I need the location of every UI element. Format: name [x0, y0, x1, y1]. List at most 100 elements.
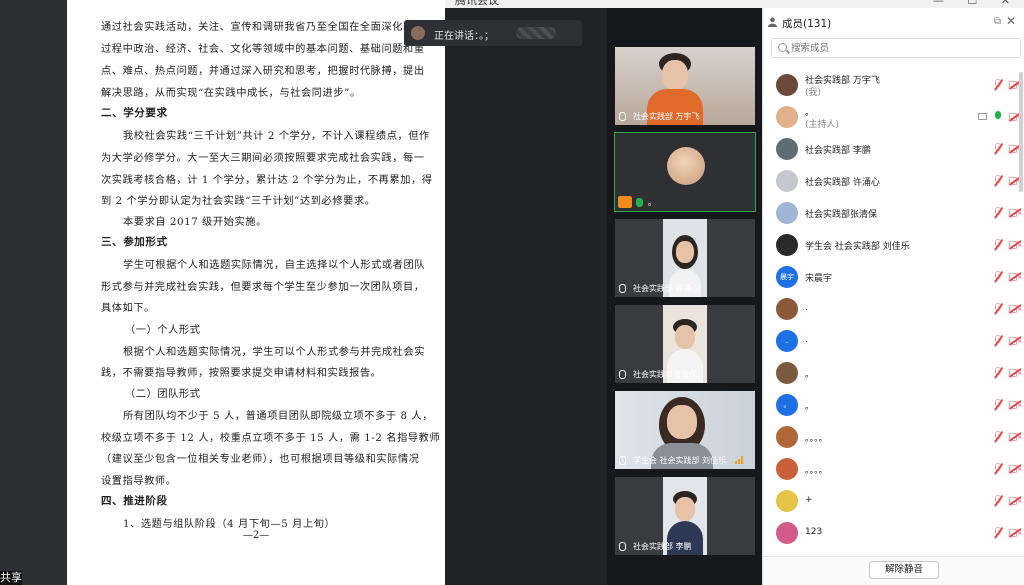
- member-controls: [977, 494, 1022, 507]
- mic-muted-icon[interactable]: [993, 526, 1003, 539]
- camera-off-icon[interactable]: [1008, 496, 1022, 506]
- doc-heading: 四、推进阶段: [101, 495, 168, 507]
- member-controls: [977, 526, 1022, 539]
- search-input[interactable]: [791, 40, 1011, 56]
- scrollbar[interactable]: [1019, 72, 1023, 192]
- camera-off-icon[interactable]: [1008, 304, 1022, 314]
- mic-muted-icon[interactable]: [993, 334, 1003, 347]
- member-row[interactable]: +: [763, 486, 1024, 518]
- member-avatar: [776, 298, 798, 320]
- camera-off-icon[interactable]: [1008, 432, 1022, 442]
- camera-off-icon[interactable]: [1008, 208, 1022, 218]
- video-tile[interactable]: 学生会 社会实践部 刘佳乐: [615, 391, 755, 469]
- member-row[interactable]: 晨宇 宋晨宇: [763, 262, 1024, 294]
- member-controls: [977, 462, 1022, 475]
- doc-line: 本要求自 2017 级开始实施。: [123, 217, 267, 228]
- member-row[interactable]: 。 (主持人): [763, 102, 1024, 134]
- mic-muted-icon[interactable]: [993, 174, 1003, 187]
- video-name: 社会实践部 万宇飞: [633, 112, 700, 121]
- member-row[interactable]: 。。。。: [763, 454, 1024, 486]
- member-avatar: .: [776, 330, 798, 352]
- doc-line: 根据个人和选题实际情况，学生可以个人形式参与并完成社会实: [123, 347, 426, 358]
- camera-off-icon[interactable]: [1008, 240, 1022, 250]
- meeting-app: 腾讯会议 — ☐ ✕ 共享 通过社会实践活动，关注、宣传和调研我省乃至全国在全面…: [0, 0, 1024, 585]
- camera-off-icon[interactable]: [1008, 528, 1022, 538]
- member-row[interactable]: 社会实践部张清保: [763, 198, 1024, 230]
- mic-on-icon: [636, 198, 643, 207]
- member-row[interactable]: 社会实践部 李鹏: [763, 134, 1024, 166]
- member-row[interactable]: 。。: [763, 390, 1024, 422]
- camera-off-icon[interactable]: [1008, 464, 1022, 474]
- doc-line: 到 2 个学分即认定为社会实践“三千计划”达到必修要求。: [101, 196, 376, 207]
- mic-muted-icon[interactable]: [993, 270, 1003, 283]
- video-tile[interactable]: 社会实践部 许涌心: [615, 219, 755, 297]
- member-search[interactable]: [771, 38, 1021, 58]
- member-row[interactable]: 学生会 社会实践部 刘佳乐: [763, 230, 1024, 262]
- doc-heading: 三、参加形式: [101, 236, 168, 248]
- member-row[interactable]: 社会实践部 许涌心: [763, 166, 1024, 198]
- person-face: [662, 60, 688, 90]
- popout-icon[interactable]: ⧉: [994, 16, 1001, 27]
- video-tile-active[interactable]: 。: [614, 132, 756, 212]
- members-title: 成员(131): [782, 18, 832, 30]
- mic-muted-icon[interactable]: [993, 462, 1003, 475]
- member-row[interactable]: 。: [763, 358, 1024, 390]
- camera-off-icon[interactable]: [1008, 400, 1022, 410]
- mic-muted-icon[interactable]: [993, 78, 1003, 91]
- member-controls: [977, 366, 1022, 379]
- member-avatar: [776, 74, 798, 96]
- member-controls: [977, 430, 1022, 443]
- camera-off-icon[interactable]: [1008, 272, 1022, 282]
- close-icon[interactable]: ✕: [1006, 14, 1016, 28]
- mic-muted-icon[interactable]: [993, 206, 1003, 219]
- doc-line: 学生可根据个人和选题实际情况，自主选择以个人形式或者团队: [123, 260, 426, 271]
- member-avatar: [776, 234, 798, 256]
- member-row[interactable]: 123: [763, 518, 1024, 548]
- member-controls: [977, 142, 1022, 155]
- speaking-indicator: 正在讲话：。；: [404, 20, 582, 46]
- member-controls: [977, 174, 1022, 187]
- doc-subheading: （二）团队形式: [125, 389, 201, 400]
- member-controls: [977, 334, 1022, 347]
- doc-subheading: （一）个人形式: [125, 325, 201, 336]
- screen-share-icon[interactable]: [978, 113, 987, 120]
- member-row[interactable]: .: [763, 294, 1024, 326]
- mic-muted-icon[interactable]: [993, 494, 1003, 507]
- member-name: 社会实践部张清保: [805, 210, 878, 220]
- mic-muted-icon[interactable]: [993, 398, 1003, 411]
- doc-page-number: —2—: [242, 530, 270, 541]
- doc-line: 具体如下。: [101, 303, 155, 314]
- camera-off-icon[interactable]: [1008, 368, 1022, 378]
- person-face: [676, 241, 694, 263]
- mic-on-icon[interactable]: [993, 111, 1003, 123]
- member-row[interactable]: 社会实践部 万宇飞 (我): [763, 70, 1024, 102]
- person-face: [675, 497, 695, 521]
- participant-avatar: [667, 147, 705, 185]
- video-tile[interactable]: 社会实践部 万宇飞: [615, 47, 755, 125]
- member-row[interactable]: 。。。。: [763, 422, 1024, 454]
- doc-line: （建议至少包含一位相关专业老师），也可根据项目等级和实际情况: [101, 454, 420, 465]
- member-controls: [977, 398, 1022, 411]
- doc-heading: 二、学分要求: [101, 107, 168, 119]
- member-controls: [977, 238, 1022, 251]
- video-tile[interactable]: 社会实践部张清保: [615, 305, 755, 383]
- mic-muted-icon[interactable]: [993, 366, 1003, 379]
- mic-muted-icon[interactable]: [993, 302, 1003, 315]
- unmute-all-button[interactable]: 解除静音: [869, 561, 939, 579]
- mic-muted-icon[interactable]: [993, 430, 1003, 443]
- doc-line: 点、难点、热点问题，并通过深入研究和思考，把握时代脉搏，提出: [101, 66, 425, 77]
- signal-bars-icon: [735, 456, 745, 464]
- member-row[interactable]: ..: [763, 326, 1024, 358]
- mic-muted-icon[interactable]: [993, 238, 1003, 251]
- share-label[interactable]: 共享: [0, 571, 22, 585]
- mic-muted-icon[interactable]: [993, 142, 1003, 155]
- window-controls[interactable]: — ☐ ✕: [933, 0, 1020, 7]
- video-tile[interactable]: 社会实践部 李鹏: [615, 477, 755, 555]
- member-role: (主持人): [805, 120, 840, 130]
- member-controls: [977, 78, 1022, 91]
- doc-line: 为大学必修学分。大一至大三期间必须按照要求完成社会实践，每一: [101, 153, 425, 164]
- host-badge-icon: [618, 196, 632, 208]
- doc-line: 践，不需要指导教师，按照要求提交申请材料和实践报告。: [101, 368, 382, 379]
- doc-line: 解决思路，从而实现“在实践中成长，与社会同进步”。: [101, 88, 361, 99]
- camera-off-icon[interactable]: [1008, 336, 1022, 346]
